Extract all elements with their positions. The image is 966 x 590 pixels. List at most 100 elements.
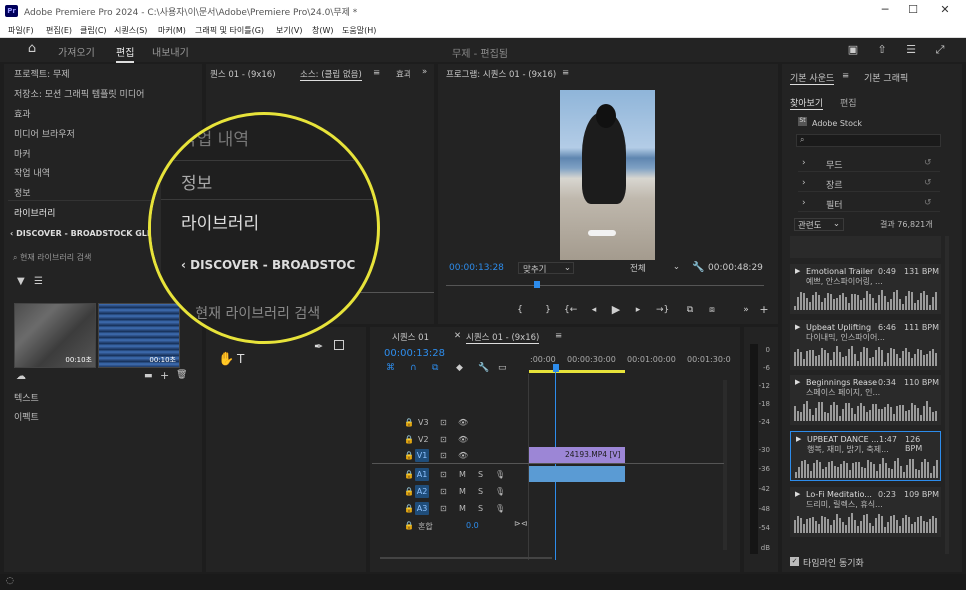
markers-tab[interactable]: 마커 <box>14 147 31 160</box>
program-menu-icon[interactable]: ≡ <box>562 68 569 78</box>
menu-file[interactable]: 파일(F) <box>8 25 34 36</box>
menu-sequence[interactable]: 시퀀스(S) <box>114 25 147 36</box>
filter-filters[interactable]: › 필터 ↺ <box>798 196 940 212</box>
reset-icon[interactable]: ↺ <box>924 178 932 188</box>
menu-edit[interactable]: 편집(E) <box>46 25 72 36</box>
menu-view[interactable]: 보기(V) <box>276 25 302 36</box>
step-back-icon[interactable]: ◂ <box>588 304 600 316</box>
solo-button[interactable]: S <box>478 470 483 479</box>
source-tab-sequence[interactable]: 퀀스 01 - (9x16) <box>210 68 276 80</box>
library-thumbnail[interactable]: 00:10초 <box>98 303 180 368</box>
tab-browse[interactable]: 찾아보기 <box>790 96 824 110</box>
mic-icon[interactable]: 🎙 <box>495 487 505 496</box>
wrench-icon[interactable]: 🔧 <box>478 363 489 373</box>
filter-genre[interactable]: › 장르 ↺ <box>798 176 940 192</box>
tab-essential-sound[interactable]: 기본 사운드 <box>790 71 835 85</box>
text-tab[interactable]: 텍스트 <box>14 391 39 404</box>
sync-lock-icon[interactable]: ⊡ <box>440 418 447 427</box>
mute-button[interactable]: M <box>459 487 466 496</box>
sync-lock-icon[interactable]: ⊡ <box>440 470 447 479</box>
sound-search-input[interactable]: ⌕ <box>796 134 941 147</box>
source-menu-icon[interactable]: ≡ <box>373 68 380 78</box>
sound-card[interactable]: ▶ Lo-Fi Meditatio... 드리미, 릴렉스, 휴식... 0:2… <box>790 487 941 537</box>
program-title[interactable]: 프로그램: 시퀀스 01 - (9x16) <box>446 68 556 80</box>
lock-icon[interactable]: 🔒 <box>404 418 414 428</box>
play-icon[interactable]: ▶ <box>796 435 801 443</box>
sync-lock-icon[interactable]: ⊡ <box>440 435 447 444</box>
cloud-icon[interactable]: ☁ <box>16 371 26 382</box>
text-tool-icon[interactable]: T <box>237 352 244 366</box>
reset-icon[interactable]: ↺ <box>924 198 932 208</box>
sound-card-selected[interactable]: ▶ UPBEAT DANCE ... 행복, 재미, 밝기, 축제... 1:4… <box>790 431 941 481</box>
track-a1[interactable]: A1 <box>415 468 429 481</box>
libraries-tab[interactable]: 라이브러리 <box>14 206 55 219</box>
source-tab-clip[interactable]: 소스: (클립 없음) <box>300 68 362 81</box>
library-thumbnail[interactable]: 00:10초 <box>14 303 96 368</box>
eye-icon[interactable]: 👁 <box>458 451 468 460</box>
close-icon[interactable]: ✕ <box>454 331 461 341</box>
settings-icon[interactable]: 🔧 <box>692 262 704 273</box>
workspaces-icon[interactable]: ☰ <box>904 43 918 57</box>
track-v3[interactable]: V3 <box>418 418 429 427</box>
source-tab-effects[interactable]: 효과 <box>396 68 410 80</box>
home-icon[interactable]: ⌂ <box>25 42 39 56</box>
track-a3[interactable]: A3 <box>415 502 429 515</box>
hand-tool-icon[interactable]: ✋ <box>218 352 234 367</box>
more-controls-icon[interactable]: » <box>740 304 752 316</box>
menu-help[interactable]: 도움말(H) <box>342 25 376 36</box>
snap-icon[interactable]: ∩ <box>410 363 417 373</box>
media-browser-tab[interactable]: 미디어 브라우저 <box>14 127 75 140</box>
mic-icon[interactable]: 🎙 <box>495 470 505 479</box>
info-tab[interactable]: 정보 <box>14 186 31 199</box>
fullscreen-icon[interactable]: ⤢ <box>933 43 947 57</box>
mark-in-icon[interactable]: { <box>514 304 526 316</box>
sound-card[interactable]: ▶ Upbeat Uplifting 다이내믹, 인스파이어... 6:46 1… <box>790 320 941 370</box>
timeline-playhead-handle[interactable] <box>553 364 559 372</box>
quick-export-icon[interactable]: ▣ <box>846 43 860 57</box>
nest-icon[interactable]: ⌘ <box>386 363 395 373</box>
tab-essential-graphics[interactable]: 기본 그래픽 <box>864 71 908 84</box>
sync-lock-icon[interactable]: ⊡ <box>440 451 447 460</box>
menu-marker[interactable]: 마커(M) <box>158 25 186 36</box>
sound-menu-icon[interactable]: ≡ <box>842 71 849 81</box>
timeline-zoom-bar[interactable] <box>380 557 552 559</box>
solo-button[interactable]: S <box>478 504 483 513</box>
menu-graphics[interactable]: 그래픽 및 타이틀(G) <box>195 25 264 36</box>
sound-scrollbar[interactable] <box>945 236 949 554</box>
lock-icon[interactable]: 🔒 <box>404 504 414 513</box>
mix-value[interactable]: 0.0 <box>466 521 479 530</box>
audio-clip[interactable] <box>529 466 625 482</box>
play-icon[interactable]: ▶ <box>795 267 800 275</box>
go-to-icon[interactable]: ⊳⊲ <box>514 519 527 528</box>
sound-card[interactable]: ▶ Emotional Trailer 예쁘, 안스파이어링, ... 0:49… <box>790 264 941 314</box>
history-tab[interactable]: 작업 내역 <box>14 166 50 179</box>
timeline-menu-icon[interactable]: ≡ <box>555 331 562 341</box>
maximize-button[interactable]: ☐ <box>902 3 924 19</box>
captions-icon[interactable]: ▭ <box>498 363 507 373</box>
timeline-timecode[interactable]: 00:00:13:28 <box>384 348 445 359</box>
zoom-select[interactable]: 맞추기 ⌄ <box>518 262 574 275</box>
extract-icon[interactable]: ⧈ <box>706 304 718 316</box>
play-icon[interactable]: ▶ <box>610 304 622 316</box>
sort-icon[interactable]: ☰ <box>34 276 43 287</box>
lock-icon[interactable]: 🔒 <box>404 451 414 460</box>
program-scrubber[interactable] <box>446 285 764 286</box>
filter-mood[interactable]: › 무드 ↺ <box>798 156 940 172</box>
mic-icon[interactable]: 🎙 <box>495 504 505 513</box>
tab-edit[interactable]: 편집 <box>116 44 135 63</box>
linked-selection-icon[interactable]: ⧉ <box>432 363 438 373</box>
sound-card[interactable]: ▶ Beginnings Rease 스페이스 페이지, 인... 0:34 1… <box>790 375 941 425</box>
project-panel-tab[interactable]: 프로젝트: 무제 <box>14 67 70 80</box>
effects-panel-tab[interactable]: 이펙트 <box>14 410 39 423</box>
share-icon[interactable]: ⇧ <box>875 43 889 57</box>
lock-icon[interactable]: 🔒 <box>404 470 414 479</box>
minimize-button[interactable]: ─ <box>874 3 896 19</box>
library-storage-tab[interactable]: 저장소: 모션 그래픽 템플릿 미디어 <box>14 87 144 100</box>
track-v1[interactable]: V1 <box>415 449 429 462</box>
sync-lock-icon[interactable]: ⊡ <box>440 504 447 513</box>
lock-icon[interactable]: 🔒 <box>404 487 414 496</box>
solo-button[interactable]: S <box>478 487 483 496</box>
go-to-out-icon[interactable]: →} <box>656 304 669 316</box>
track-a2[interactable]: A2 <box>415 485 429 498</box>
button-editor-icon[interactable]: + <box>758 304 770 316</box>
